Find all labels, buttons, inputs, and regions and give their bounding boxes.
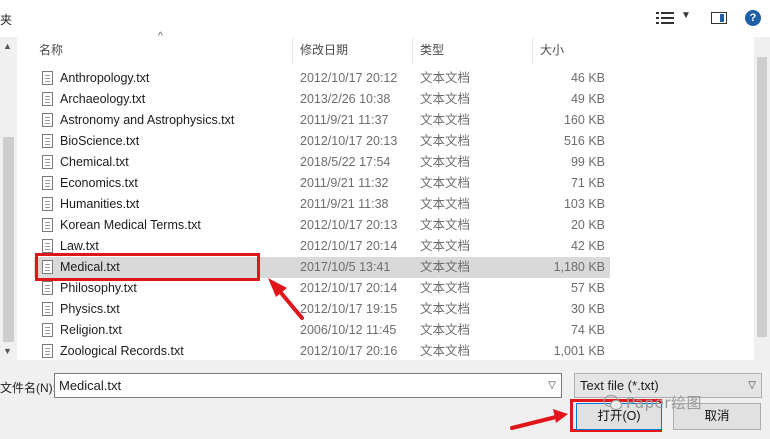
annotation-arrow-to-file xyxy=(268,278,304,320)
filename-field[interactable]: ▽ xyxy=(54,373,562,398)
file-type-selected: Text file (*.txt) xyxy=(580,378,659,393)
chevron-down-icon: ▽ xyxy=(748,380,756,391)
annotation-arrow-to-open-button xyxy=(510,409,568,430)
filename-label: 文件名(N): xyxy=(0,381,56,395)
filename-history-chevron-icon[interactable]: ▽ xyxy=(548,380,556,391)
filename-input[interactable] xyxy=(57,377,531,394)
wechat-logo-icon xyxy=(603,394,623,411)
watermark-text: Paper绘图 xyxy=(626,394,702,412)
